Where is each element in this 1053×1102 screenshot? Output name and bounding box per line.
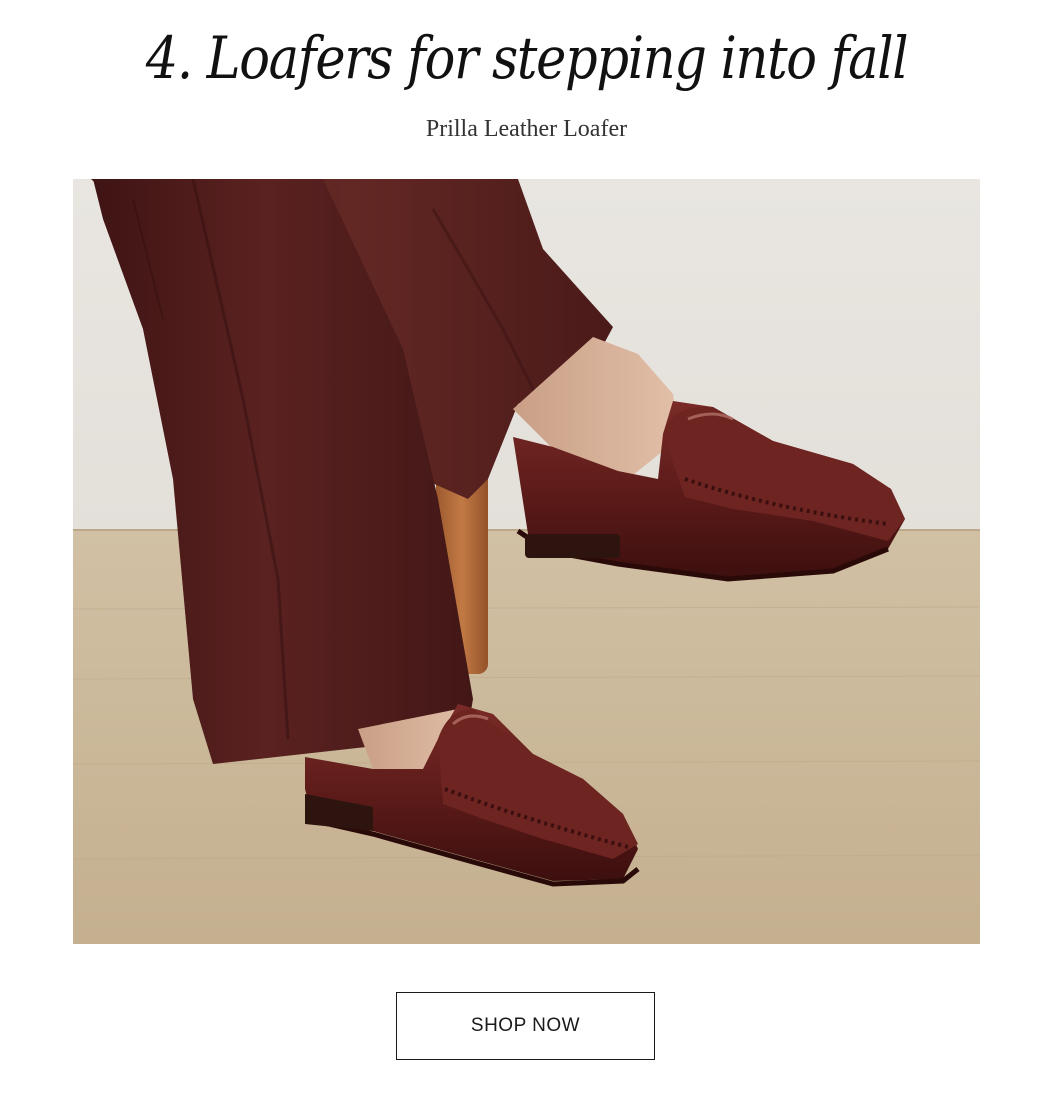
- product-photo[interactable]: [73, 179, 980, 944]
- shop-now-button[interactable]: SHOP NOW: [396, 992, 655, 1060]
- loafer-photo-illustration: [73, 179, 980, 944]
- product-name[interactable]: Prilla Leather Loafer: [0, 113, 1053, 145]
- section-heading: 4. Loafers for stepping into fall: [145, 24, 909, 92]
